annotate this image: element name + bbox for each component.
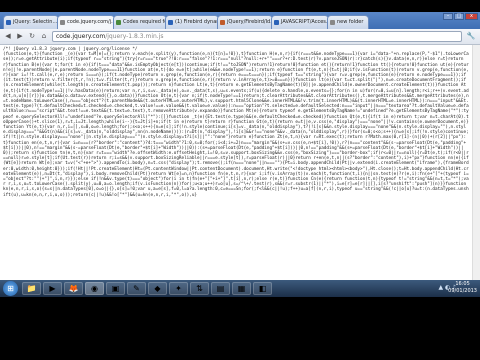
explorer-icon[interactable]: 📁: [22, 282, 41, 295]
favicon-icon: [220, 20, 225, 25]
favicon-icon: [6, 20, 11, 25]
chrome-icon[interactable]: ◉: [85, 282, 104, 295]
forward-button[interactable]: ▶: [15, 32, 25, 41]
favicon-icon: [116, 20, 121, 25]
browser-tab[interactable]: new folder: [327, 15, 369, 29]
clock-date: 09/01/2013: [448, 288, 477, 294]
video-letterbox-top: [0, 0, 480, 12]
vertical-scrollbar[interactable]: [472, 45, 480, 280]
browser-tab[interactable]: code.jquery.com/j...: [57, 15, 115, 29]
home-button[interactable]: ⌂: [39, 32, 49, 41]
media-player-icon[interactable]: ▶: [43, 282, 62, 295]
clock-time: 16:05: [455, 281, 470, 287]
maximize-button[interactable]: □: [454, 13, 464, 20]
back-icon: ◀: [5, 32, 11, 40]
forward-icon: ▶: [17, 32, 23, 40]
notepad-icon[interactable]: ✎: [127, 282, 146, 295]
app-icon[interactable]: ▤: [211, 282, 230, 295]
paint-icon[interactable]: ✦: [169, 282, 188, 295]
video-letterbox-bottom: [0, 297, 480, 360]
wrench-icon: 🔧: [466, 32, 476, 40]
windows-start-icon: ⊞: [7, 284, 14, 293]
windows-taskbar: ⊞ ▲ ◐ ♪ 16:05 09/01/2013 📁 ▶ 🦊 ◉ ▣ ✎ ◆ ✦ ⇅ ▤ ▦ ◧: [0, 280, 480, 297]
desktop-screen: – □ x jQuery: Selectin... code.jquery.com…: [0, 12, 480, 297]
app-icon[interactable]: ◆: [148, 282, 167, 295]
reload-button[interactable]: ↻: [27, 32, 37, 41]
tab-label: new folder: [337, 19, 364, 25]
tab-label: code.jquery.com/j...: [67, 19, 115, 25]
favicon-icon: [60, 20, 65, 25]
app-icon[interactable]: ◧: [253, 282, 272, 295]
url-host: code.jquery.com: [56, 33, 106, 40]
tab-label: jQuery: Selectin...: [13, 19, 58, 25]
wrench-menu-button[interactable]: 🔧: [466, 32, 476, 41]
close-button[interactable]: x: [465, 13, 478, 20]
filezilla-icon[interactable]: ⇅: [190, 282, 209, 295]
start-button[interactable]: ⊞: [3, 281, 18, 296]
browser-tab[interactable]: JAVASCRIPT/Acces...: [271, 15, 329, 29]
favicon-icon: [168, 20, 173, 25]
tab-label: jQuery/Firebird/Id...: [227, 19, 273, 25]
page-content: /*! jQuery v1.8.3 jquery.com | jquery.or…: [0, 45, 473, 280]
favicon-icon: [330, 20, 335, 25]
clock[interactable]: 16:05 09/01/2013: [448, 281, 477, 295]
tab-label: JAVASCRIPT/Acces...: [281, 19, 329, 25]
browser-tab[interactable]: (1) Firebird dynam...: [165, 15, 219, 29]
firefox-icon[interactable]: 🦊: [64, 282, 83, 295]
browser-tab-strip: – □ x jQuery: Selectin... code.jquery.com…: [0, 12, 480, 29]
back-button[interactable]: ◀: [3, 32, 13, 41]
address-bar[interactable]: code.jquery.com/jquery-1.8.3.min.js: [52, 31, 462, 42]
minimize-button[interactable]: –: [443, 13, 453, 20]
browser-tab[interactable]: Codes required fo...: [113, 15, 167, 29]
browser-toolbar: ◀ ▶ ↻ ⌂ code.jquery.com/jquery-1.8.3.min…: [0, 29, 480, 45]
browser-tab[interactable]: jQuery/Firebird/Id...: [217, 15, 273, 29]
url-path: /jquery-1.8.3.min.js: [105, 33, 164, 40]
app-icon[interactable]: ▣: [106, 282, 125, 295]
tab-label: (1) Firebird dynam...: [175, 19, 218, 25]
reload-icon: ↻: [29, 32, 35, 40]
window-controls: – □ x: [443, 13, 478, 20]
tab-label: Codes required fo...: [123, 19, 166, 25]
browser-tab[interactable]: jQuery: Selectin...: [3, 15, 59, 29]
favicon-icon: [274, 20, 279, 25]
minified-source-text: /*! jQuery v1.8.3 jquery.com | jquery.or…: [3, 47, 469, 198]
home-icon: ⌂: [41, 32, 47, 40]
app-icon[interactable]: ▦: [232, 282, 251, 295]
